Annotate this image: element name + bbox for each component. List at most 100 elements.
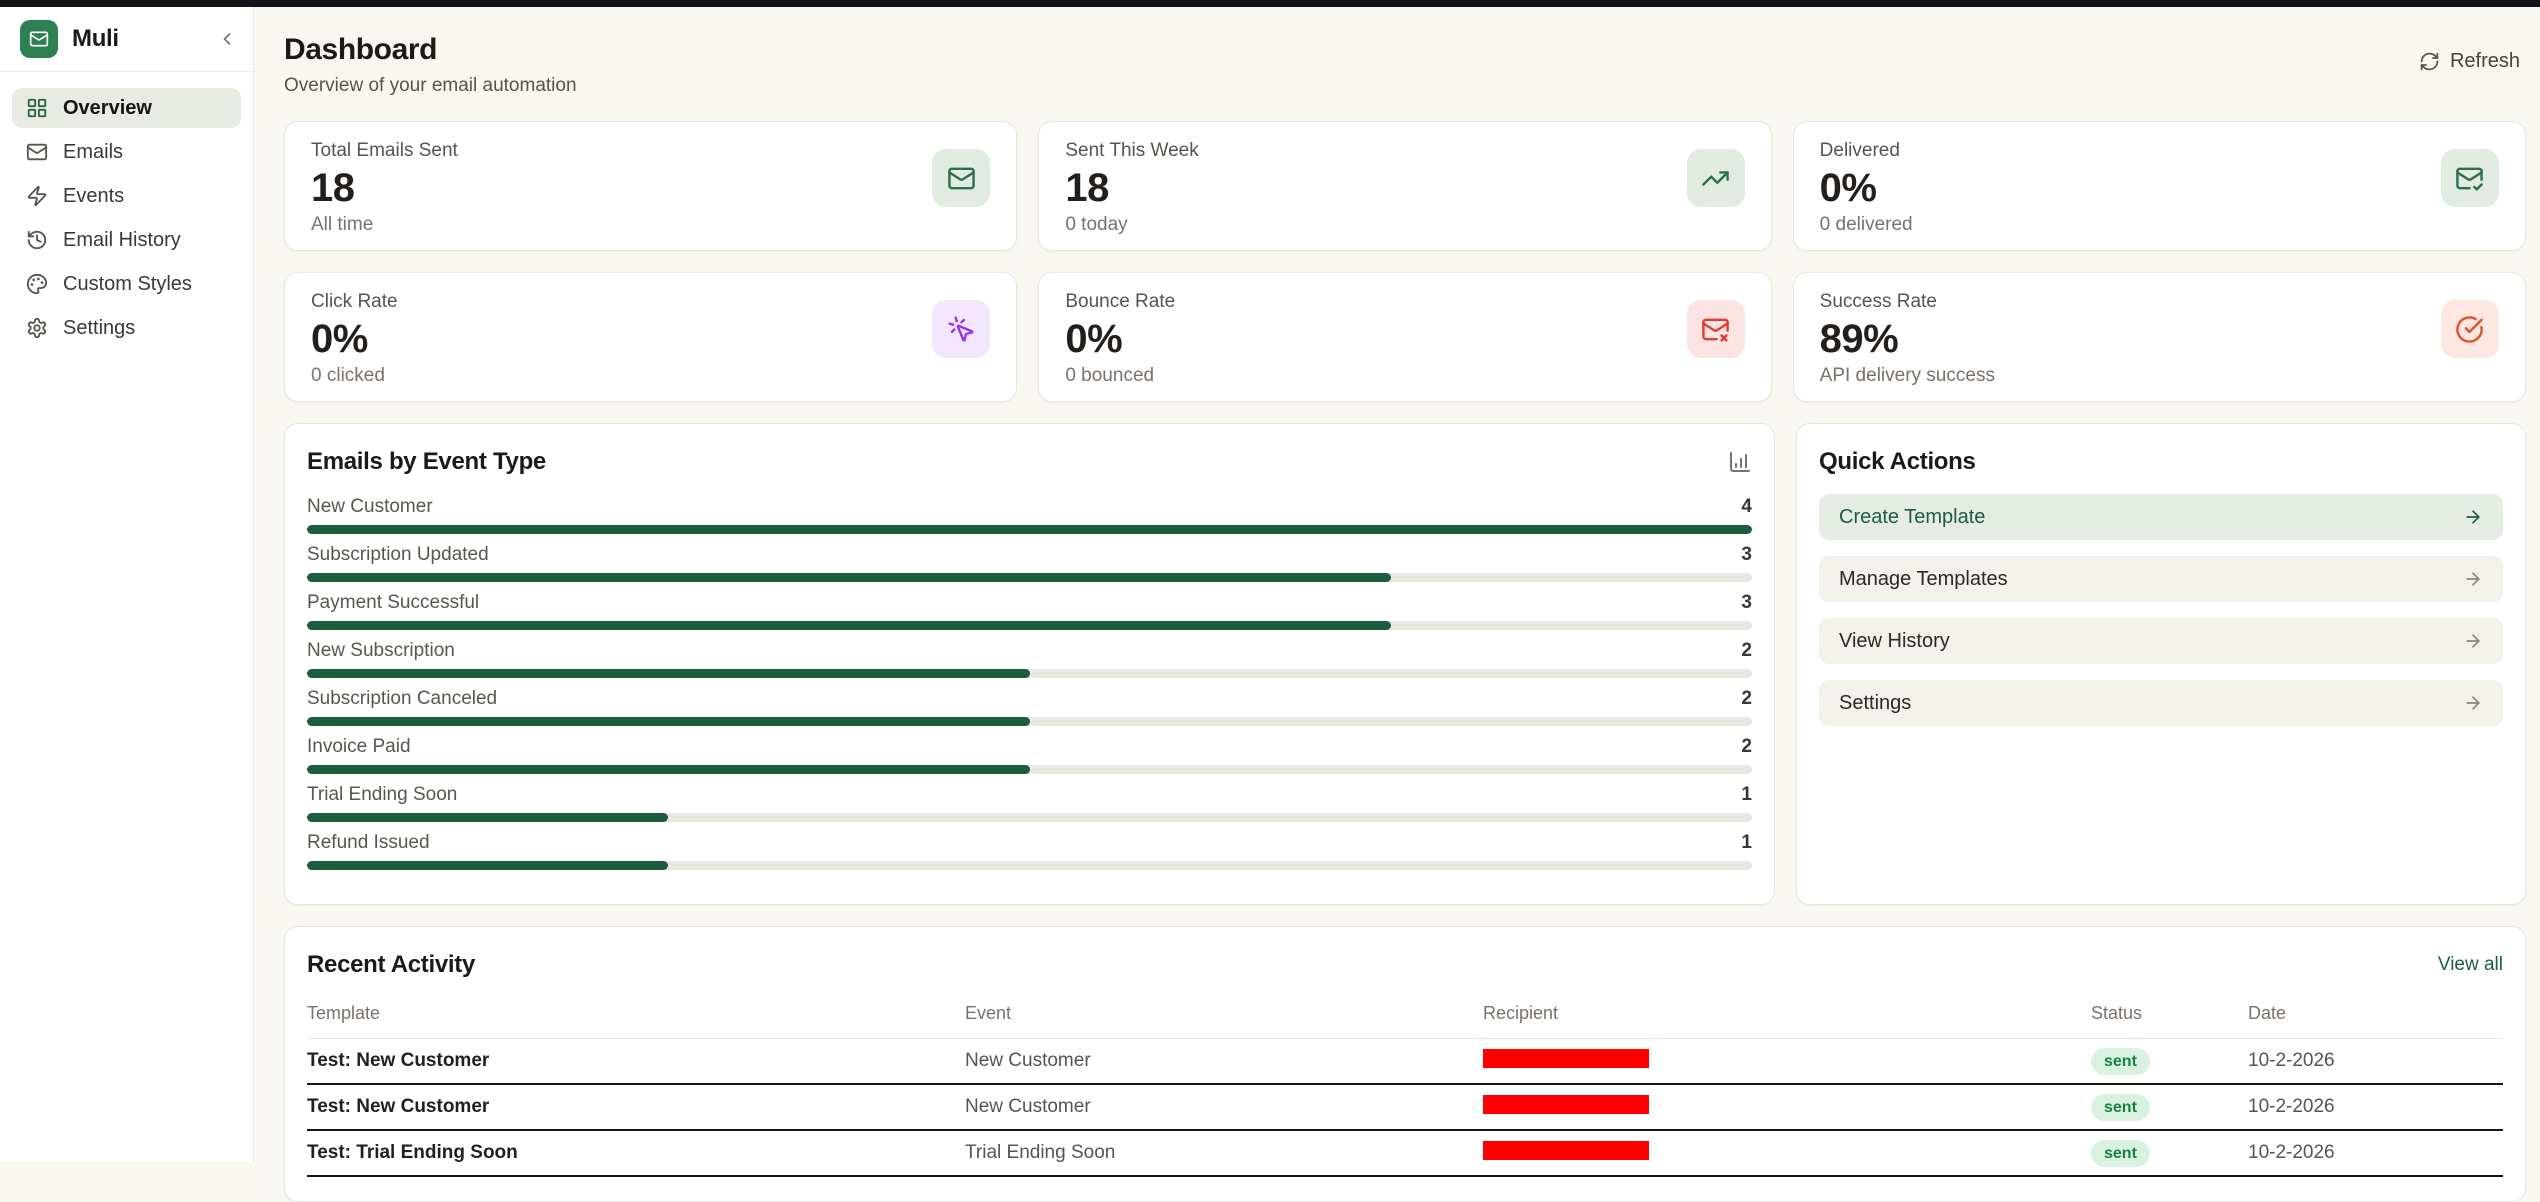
dashboard-icon: [26, 97, 48, 119]
column-header-recipient: Recipient: [1483, 1003, 2091, 1024]
refresh-label: Refresh: [2450, 50, 2520, 73]
stat-card-click-rate: Click Rate 0% 0 clicked: [284, 272, 1017, 402]
quick-actions-panel: Quick Actions Create Template Manage Tem…: [1796, 423, 2526, 905]
event-type-bar-chart: New Customer 4 Subscription Updated 3: [307, 496, 1752, 870]
chart-value-label: 2: [1741, 736, 1752, 758]
sidebar-item-label: Overview: [63, 97, 152, 120]
chart-category-label: New Subscription: [307, 640, 455, 662]
sidebar-item-email-history[interactable]: Email History: [12, 220, 241, 260]
gear-icon: [26, 317, 48, 339]
stat-card-bounce-rate: Bounce Rate 0% 0 bounced: [1038, 272, 1771, 402]
arrow-right-icon: [2463, 693, 2483, 713]
recipient-redaction-bar: [1483, 1095, 1649, 1114]
cell-date: 10-2-2026: [2248, 1142, 2503, 1164]
stat-label: Click Rate: [311, 291, 398, 313]
mail-icon: [26, 141, 48, 163]
trending-up-icon: [1687, 149, 1745, 207]
bar-track: [307, 765, 1752, 774]
sidebar-item-events[interactable]: Events: [12, 176, 241, 216]
sidebar-item-label: Settings: [63, 317, 135, 340]
table-row[interactable]: Test: New Customer New Customer sent 10-…: [307, 1039, 2503, 1085]
mail-check-icon: [2441, 149, 2499, 207]
stat-value: 0%: [311, 317, 398, 361]
middle-section: Emails by Event Type New Customer 4: [284, 423, 2526, 905]
bar-fill: [307, 717, 1030, 726]
refresh-icon: [2419, 51, 2440, 72]
page-subtitle: Overview of your email automation: [284, 75, 577, 97]
history-icon: [26, 229, 48, 251]
status-badge: sent: [2091, 1140, 2150, 1167]
chart-category-label: Trial Ending Soon: [307, 784, 457, 806]
table-header-row: Template Event Recipient Status Date: [307, 993, 2503, 1039]
cell-event: Trial Ending Soon: [965, 1142, 1483, 1164]
chart-row: Refund Issued 1: [307, 832, 1752, 870]
recipient-redaction-bar: [1483, 1141, 1649, 1160]
stat-sub: 0 today: [1065, 214, 1198, 236]
bar-track: [307, 669, 1752, 678]
page-header: Dashboard Overview of your email automat…: [284, 33, 2526, 97]
chart-row: New Customer 4: [307, 496, 1752, 534]
cell-template: Test: Trial Ending Soon: [307, 1142, 965, 1164]
manage-templates-button[interactable]: Manage Templates: [1819, 556, 2503, 602]
palette-icon: [26, 273, 48, 295]
arrow-right-icon: [2463, 569, 2483, 589]
chart-row: Invoice Paid 2: [307, 736, 1752, 774]
emails-by-event-type-panel: Emails by Event Type New Customer 4: [284, 423, 1775, 905]
quick-action-label: View History: [1839, 630, 1950, 653]
stat-card-total-emails-sent: Total Emails Sent 18 All time: [284, 121, 1017, 251]
stat-value: 0%: [1820, 166, 1913, 210]
table-row[interactable]: Test: New Customer New Customer sent 10-…: [307, 1085, 2503, 1131]
sidebar-item-label: Email History: [63, 229, 181, 252]
stat-label: Sent This Week: [1065, 140, 1198, 162]
bar-fill: [307, 669, 1030, 678]
recipient-redaction-bar: [1483, 1049, 1649, 1068]
view-history-button[interactable]: View History: [1819, 618, 2503, 664]
zap-icon: [26, 185, 48, 207]
stat-sub: 0 delivered: [1820, 214, 1913, 236]
bar-track: [307, 621, 1752, 630]
sidebar-item-overview[interactable]: Overview: [12, 88, 241, 128]
cell-date: 10-2-2026: [2248, 1096, 2503, 1118]
chart-value-label: 1: [1741, 832, 1752, 854]
sidebar: Muli Overview Emails: [0, 7, 254, 1162]
main-content: Dashboard Overview of your email automat…: [254, 7, 2540, 1162]
recent-activity-panel: Recent Activity View all Template Event …: [284, 926, 2526, 1202]
sidebar-item-settings[interactable]: Settings: [12, 308, 241, 348]
chart-row: New Subscription 2: [307, 640, 1752, 678]
sidebar-collapse-button[interactable]: [217, 29, 237, 49]
chart-row: Subscription Canceled 2: [307, 688, 1752, 726]
sidebar-item-emails[interactable]: Emails: [12, 132, 241, 172]
quick-action-label: Settings: [1839, 692, 1911, 715]
settings-button[interactable]: Settings: [1819, 680, 2503, 726]
column-header-status: Status: [2091, 1003, 2248, 1024]
stats-grid: Total Emails Sent 18 All time Sent This …: [284, 121, 2526, 402]
bar-fill: [307, 621, 1391, 630]
chart-value-label: 2: [1741, 688, 1752, 710]
table-row[interactable]: Test: Trial Ending Soon Trial Ending Soo…: [307, 1131, 2503, 1177]
refresh-button[interactable]: Refresh: [2413, 49, 2526, 74]
bar-chart-icon: [1728, 450, 1752, 474]
column-header-template: Template: [307, 1003, 965, 1024]
stat-label: Delivered: [1820, 140, 1913, 162]
bar-fill: [307, 525, 1752, 534]
quick-actions-title: Quick Actions: [1819, 448, 2503, 476]
chart-value-label: 3: [1741, 592, 1752, 614]
create-template-button[interactable]: Create Template: [1819, 494, 2503, 540]
sidebar-item-custom-styles[interactable]: Custom Styles: [12, 264, 241, 304]
stat-sub: 0 clicked: [311, 365, 398, 387]
view-all-link[interactable]: View all: [2438, 954, 2503, 976]
sidebar-item-label: Custom Styles: [63, 273, 192, 296]
chart-value-label: 3: [1741, 544, 1752, 566]
chart-category-label: Subscription Canceled: [307, 688, 497, 710]
bar-track: [307, 813, 1752, 822]
stat-value: 18: [1065, 166, 1198, 210]
arrow-right-icon: [2463, 631, 2483, 651]
cell-date: 10-2-2026: [2248, 1050, 2503, 1072]
status-badge: sent: [2091, 1094, 2150, 1121]
mouse-pointer-click-icon: [932, 300, 990, 358]
sidebar-item-label: Emails: [63, 141, 123, 164]
column-header-date: Date: [2248, 1003, 2503, 1024]
chart-row: Trial Ending Soon 1: [307, 784, 1752, 822]
stat-card-sent-this-week: Sent This Week 18 0 today: [1038, 121, 1771, 251]
recent-activity-title: Recent Activity: [307, 951, 475, 979]
